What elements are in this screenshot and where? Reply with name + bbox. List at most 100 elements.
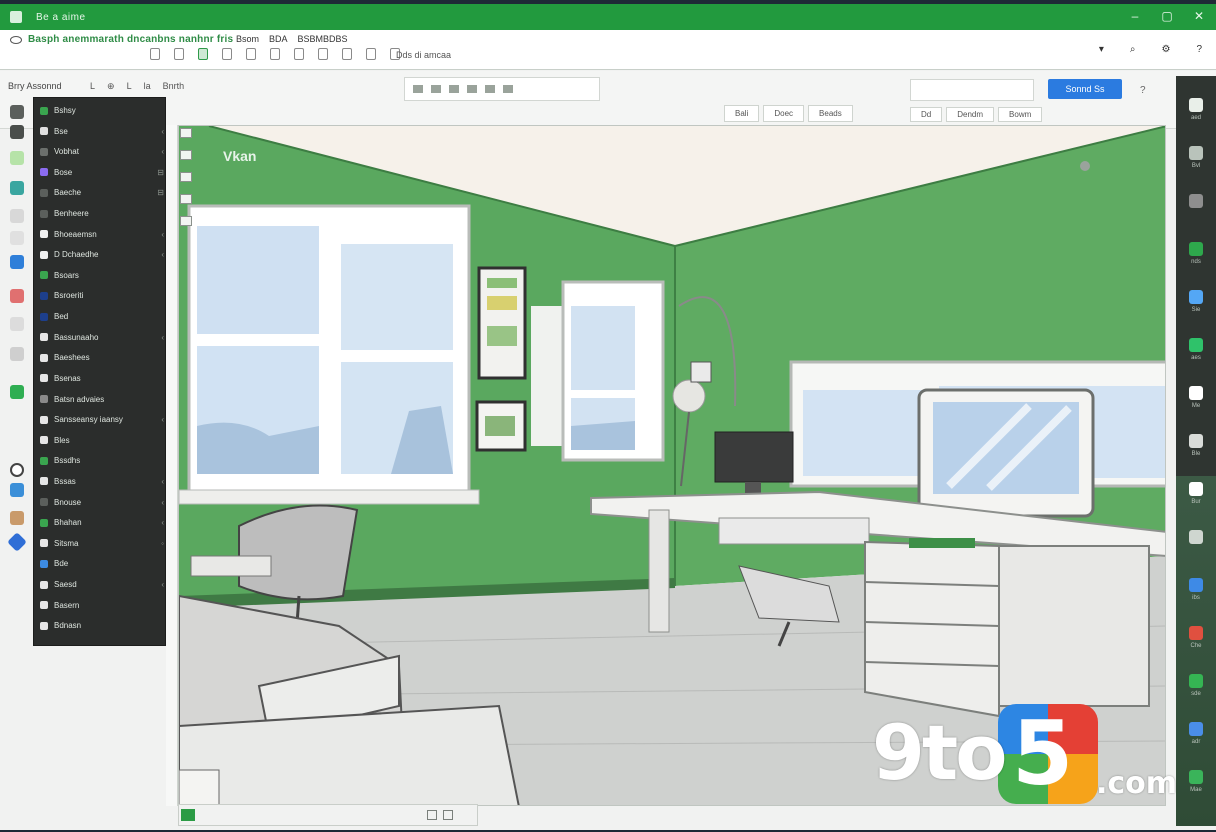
layer-row[interactable]: Bssas ‹ xyxy=(40,477,164,486)
stamp-tool-icon[interactable] xyxy=(10,511,24,525)
layer-toggle-icon[interactable]: ‹ xyxy=(161,230,164,239)
layer-toggle-icon[interactable]: ‹ xyxy=(161,518,164,527)
status-tab-icon[interactable] xyxy=(181,809,195,821)
ribbon-tool-1[interactable]: L xyxy=(90,81,95,92)
layer-row[interactable]: Bse ‹ xyxy=(40,127,164,136)
ribbon-tool-2[interactable]: ⊕ xyxy=(107,81,115,92)
gear-icon[interactable]: ⚙ xyxy=(1161,44,1170,55)
share-field[interactable] xyxy=(910,79,1034,101)
shape-tool-icon[interactable] xyxy=(10,255,24,269)
pen-icon[interactable] xyxy=(150,48,160,60)
ribbon-tool-3[interactable]: L xyxy=(127,81,132,92)
tool-c-icon[interactable] xyxy=(449,85,459,93)
search-icon[interactable]: ⌕ xyxy=(1130,44,1136,55)
ribbon-tool-5[interactable]: Bnrth xyxy=(163,81,185,92)
layer-row[interactable]: Bsenas xyxy=(40,374,164,383)
crop-tool-icon[interactable] xyxy=(10,317,24,331)
layer-tool-icon[interactable] xyxy=(10,385,24,399)
dock-app-icon[interactable] xyxy=(1189,290,1203,304)
diamond-tool-icon[interactable] xyxy=(7,532,27,552)
canvas-tool-2-icon[interactable] xyxy=(180,150,192,160)
dock-app-icon[interactable] xyxy=(1189,626,1203,640)
zoom-in-icon[interactable] xyxy=(443,810,453,820)
layer-row[interactable]: Bhahan ‹ xyxy=(40,518,164,527)
dock-app-icon[interactable] xyxy=(1189,434,1203,448)
layer-toggle-icon[interactable]: ⊟ xyxy=(157,188,164,197)
dock-app-icon[interactable] xyxy=(1189,386,1203,400)
layer-row[interactable]: Sansseansy iaansy ‹ xyxy=(40,415,164,424)
gradient-tool-icon[interactable] xyxy=(10,483,24,497)
dropdown-icon[interactable]: ▾ xyxy=(1099,44,1104,55)
eraser-tool-icon[interactable] xyxy=(10,209,24,223)
brush-tool-icon[interactable] xyxy=(10,151,24,165)
layer-toggle-icon[interactable]: ‹ xyxy=(161,415,164,424)
layer-row[interactable]: Bassunaaho ‹ xyxy=(40,333,164,342)
tool-e-icon[interactable] xyxy=(485,85,495,93)
grid-icon[interactable] xyxy=(222,48,232,60)
minimize-button[interactable]: – xyxy=(1128,9,1142,23)
layer-row[interactable]: Vobhat ‹ xyxy=(40,147,164,156)
dropdown-3[interactable]: Beads xyxy=(808,105,853,122)
view-dropdown-1[interactable]: Dd xyxy=(910,107,943,122)
menu-item-3[interactable]: BSBMBDBS xyxy=(298,34,348,44)
dock-app-icon[interactable] xyxy=(1189,674,1203,688)
layer-row[interactable]: Bose ⊟ xyxy=(40,168,164,177)
dock-app-icon[interactable] xyxy=(1189,482,1203,496)
dock-app-icon[interactable] xyxy=(1189,146,1203,160)
eye-icon[interactable] xyxy=(10,35,22,44)
layer-toggle-icon[interactable]: ‹ xyxy=(161,580,164,589)
menu-item-2[interactable]: BDA xyxy=(269,34,288,44)
circle-tool-icon[interactable] xyxy=(10,463,24,477)
layer-row[interactable]: Bles xyxy=(40,436,164,445)
layer-row[interactable]: Bshsy xyxy=(40,106,164,115)
dropdown-1[interactable]: Bali xyxy=(724,105,760,122)
leaf-icon[interactable] xyxy=(198,48,208,60)
shape-icon[interactable] xyxy=(342,48,352,60)
align-icon[interactable] xyxy=(366,48,376,60)
canvas-tool-3-icon[interactable] xyxy=(180,172,192,182)
menu-item-1[interactable]: Bsom xyxy=(236,34,259,44)
ribbon-tool-4[interactable]: la xyxy=(144,81,151,92)
pen-tool-icon[interactable] xyxy=(10,347,24,361)
layer-toggle-icon[interactable]: ‹ xyxy=(161,477,164,486)
layer-row[interactable]: Bed xyxy=(40,312,164,321)
help-icon[interactable]: ? xyxy=(1196,44,1202,55)
close-button[interactable]: ✕ xyxy=(1192,9,1206,23)
layer-toggle-icon[interactable]: ‹ xyxy=(161,498,164,507)
tool-a-icon[interactable] xyxy=(413,85,423,93)
layer-toggle-icon[interactable]: ◦ xyxy=(161,539,164,548)
layer-row[interactable]: Bsroeriti xyxy=(40,291,164,300)
layer-icon[interactable] xyxy=(318,48,328,60)
canvas-tool-1-icon[interactable] xyxy=(180,128,192,138)
layer-toggle-icon[interactable]: ⊟ xyxy=(157,168,164,177)
layer-toggle-icon[interactable]: ‹ xyxy=(161,250,164,259)
tool-f-icon[interactable] xyxy=(503,85,513,93)
lasso-tool-icon[interactable] xyxy=(10,289,24,303)
layer-row[interactable]: Bde xyxy=(40,559,164,568)
layer-toggle-icon[interactable]: ‹ xyxy=(161,333,164,342)
dock-app-icon[interactable] xyxy=(1189,98,1203,112)
dock-app-icon[interactable] xyxy=(1189,530,1203,544)
fill-tool-icon[interactable] xyxy=(10,181,24,195)
tool-d-icon[interactable] xyxy=(467,85,477,93)
layer-row[interactable]: Baeche ⊟ xyxy=(40,188,164,197)
layer-row[interactable]: Benheere xyxy=(40,209,164,218)
layer-row[interactable]: Bhoeaemsn ‹ xyxy=(40,230,164,239)
layer-row[interactable]: Batsn advaies xyxy=(40,395,164,404)
view-dropdown-2[interactable]: Dendm xyxy=(946,107,995,122)
canvas-tool-4-icon[interactable] xyxy=(180,194,192,204)
tool-b-icon[interactable] xyxy=(431,85,441,93)
list-icon[interactable] xyxy=(246,48,256,60)
maximize-button[interactable]: ▢ xyxy=(1160,9,1174,23)
select-tool-icon[interactable] xyxy=(10,105,24,119)
view-dropdown-3[interactable]: Bowm xyxy=(998,107,1043,122)
canvas-tool-5-icon[interactable] xyxy=(180,216,192,226)
copy-icon[interactable] xyxy=(174,48,184,60)
layer-row[interactable]: D Dchaedhe ‹ xyxy=(40,250,164,259)
layer-row[interactable]: Baeshees xyxy=(40,353,164,362)
dropdown-2[interactable]: Doec xyxy=(763,105,805,122)
layer-row[interactable]: Basern xyxy=(40,601,164,610)
dock-app-icon[interactable] xyxy=(1189,242,1203,256)
layer-row[interactable]: Bssdhs xyxy=(40,456,164,465)
layer-row[interactable]: Saesd ‹ xyxy=(40,580,164,589)
